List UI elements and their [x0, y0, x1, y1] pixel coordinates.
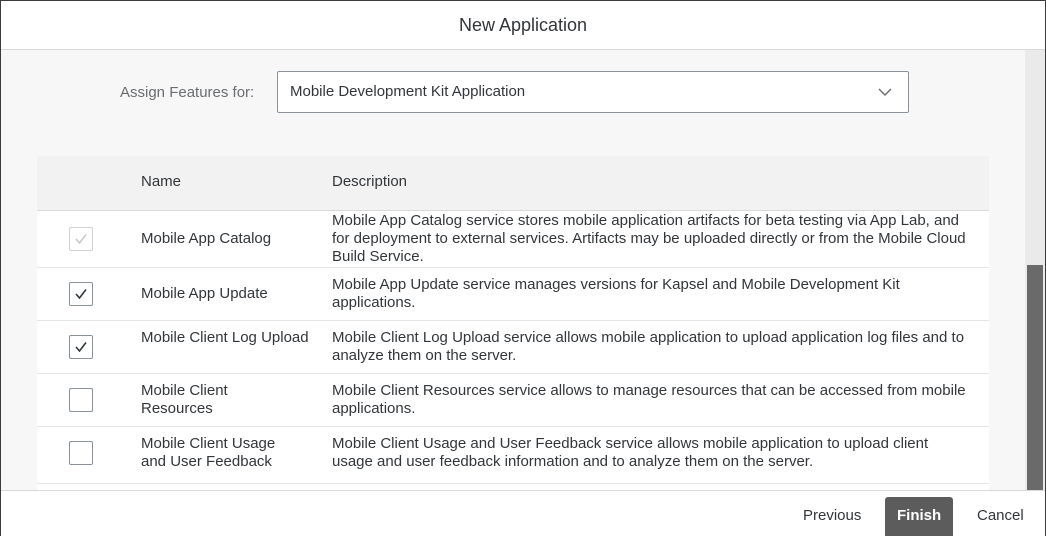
table-row: Mobile Client Usage and User Feedback Mo… [37, 427, 989, 484]
vertical-scrollbar[interactable] [1025, 50, 1045, 490]
row-name: Mobile Client Log Upload [141, 329, 309, 346]
features-table: Name Description Mobile App Catalog Mobi… [37, 156, 989, 490]
new-application-dialog: New Application Assign Features for: Mob… [0, 0, 1046, 536]
row-checkbox [69, 227, 93, 251]
row-name: Mobile App Catalog [141, 230, 272, 247]
scrollbar-thumb[interactable] [1027, 265, 1043, 490]
row-description: Mobile Client Resources service allows t… [332, 382, 966, 417]
row-name: Mobile Client Resources [141, 382, 228, 417]
row-name: Mobile Client Usage and User Feedback [141, 435, 276, 470]
assign-features-select[interactable]: Mobile Development Kit Application [277, 71, 909, 113]
row-description: Mobile App Update service manages versio… [332, 276, 900, 311]
checkmark-icon [75, 289, 87, 300]
row-checkbox[interactable] [69, 335, 93, 359]
cancel-button[interactable]: Cancel [965, 497, 1036, 535]
checkmark-icon [75, 342, 87, 353]
row-checkbox[interactable] [69, 388, 93, 412]
assign-features-value: Mobile Development Kit Application [290, 83, 526, 100]
row-description: Mobile Client Log Upload service allows … [332, 329, 965, 364]
column-header-name: Name [141, 173, 182, 190]
row-description: Mobile App Catalog service stores mobile… [332, 212, 966, 265]
assign-features-label: Assign Features for: [120, 84, 255, 101]
table-row: Mobile Client Resources Mobile Client Re… [37, 374, 989, 427]
dialog-content: Assign Features for: Mobile Development … [1, 50, 1025, 490]
previous-button[interactable]: Previous [791, 497, 873, 535]
table-row: Mobile App Update Mobile App Update serv… [37, 268, 989, 321]
finish-button[interactable]: Finish [885, 497, 954, 536]
row-checkbox[interactable] [69, 282, 93, 306]
checkmark-icon [75, 234, 87, 245]
chevron-down-icon [878, 88, 892, 96]
table-row: Mobile Client Log Upload Mobile Client L… [37, 321, 989, 374]
table-header: Name Description [37, 156, 989, 211]
column-header-description: Description [332, 173, 408, 190]
row-description: Mobile Client Usage and User Feedback se… [332, 435, 929, 470]
dialog-title: New Application [1, 1, 1045, 50]
row-checkbox[interactable] [69, 441, 93, 465]
dialog-footer: Previous Finish Cancel [1, 490, 1045, 536]
assign-features-row: Assign Features for: Mobile Development … [1, 71, 1025, 113]
table-row: Mobile App Catalog Mobile App Catalog se… [37, 211, 989, 268]
row-name: Mobile App Update [141, 285, 268, 302]
